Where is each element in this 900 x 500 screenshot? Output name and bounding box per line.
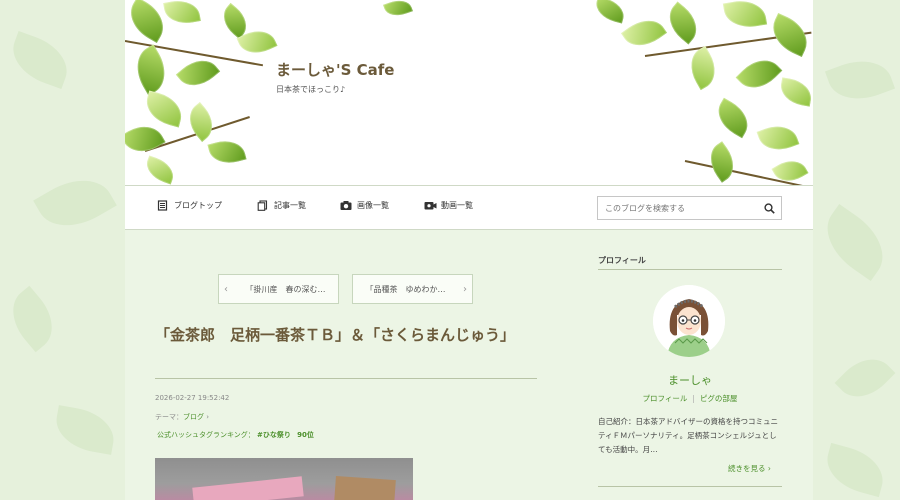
search-icon (763, 199, 775, 218)
hashtag-ranking[interactable]: 公式ハッシュタグランキング： #ひな祭り 90位 (157, 430, 314, 440)
article-photo[interactable] (155, 458, 413, 500)
theme-link[interactable]: ブログ (183, 413, 204, 421)
chevron-right-icon: › (204, 413, 210, 421)
blog-subtitle: 日本茶でほっこり♪ (276, 85, 346, 94)
theme-label: テーマ： (155, 413, 183, 421)
profile-bio: 自己紹介：日本茶アドバイザーの資格を持つコミュニティＦＭパーソナリティ。足柄茶コ… (598, 417, 778, 454)
prev-article-link[interactable]: ‹ 「掛川産 春の深む… (218, 274, 339, 304)
pigg-room-link[interactable]: ピグの部屋 (700, 394, 738, 403)
book-icon (157, 200, 168, 211)
hashtag-label: 公式ハッシュタグランキング： (157, 431, 255, 439)
sidebar-divider-bottom (598, 486, 782, 487)
sidebar-divider (598, 269, 782, 270)
read-more-label: 続きを見る (728, 464, 766, 473)
chevron-right-icon: › (767, 464, 771, 473)
pages-icon (257, 200, 268, 211)
article-theme: テーマ：ブログ › (155, 412, 209, 422)
camera-icon (340, 200, 352, 211)
nav-blog-top-label: ブログトップ (174, 201, 222, 210)
next-article-link[interactable]: 「品種茶 ゆめわか… › (352, 274, 473, 304)
hashtag-rank: 90位 (297, 431, 314, 439)
profile-links: プロフィール | ピグの部屋 (642, 394, 738, 403)
profile-name[interactable]: まーしゃ (598, 372, 782, 388)
nav-video-list-label: 動画一覧 (441, 201, 473, 210)
prev-article-title: 「掛川産 春の深む… (245, 284, 326, 294)
blog-search-box (597, 196, 782, 220)
read-more-link[interactable]: 続きを見る › (728, 463, 771, 474)
blog-nav-bar: ブログトップ 記事一覧 画像一覧 動画一覧 (125, 185, 813, 230)
nav-video-list[interactable]: 動画一覧 (424, 200, 473, 211)
chevron-left-icon: ‹ (224, 283, 228, 295)
blog-header: まーしゃ'S Cafe 日本茶でほっこり♪ (125, 0, 813, 185)
sidebar-profile-heading: プロフィール (598, 256, 646, 265)
blog-search-input[interactable] (598, 197, 757, 219)
blog-page: まーしゃ'S Cafe 日本茶でほっこり♪ ブログトップ 記事一覧 画像一覧 動… (125, 0, 813, 500)
nav-image-list[interactable]: 画像一覧 (340, 200, 389, 211)
video-icon (424, 200, 437, 211)
hashtag-tag: #ひな祭り (257, 431, 291, 439)
nav-image-list-label: 画像一覧 (357, 201, 389, 210)
next-article-title: 「品種茶 ゆめわか… (365, 284, 446, 294)
profile-link[interactable]: プロフィール (643, 394, 688, 403)
nav-article-list[interactable]: 記事一覧 (257, 200, 306, 211)
nav-blog-top[interactable]: ブログトップ (157, 200, 222, 211)
article-date: 2026-02-27 19:52:42 (155, 394, 230, 402)
blog-title[interactable]: まーしゃ'S Cafe (276, 59, 394, 80)
article-title[interactable]: 「金茶郎 足柄一番茶ＴＢ」＆「さくらまんじゅう」 (155, 324, 537, 346)
chevron-right-icon: › (463, 283, 467, 295)
avatar[interactable] (653, 285, 725, 357)
nav-article-list-label: 記事一覧 (274, 201, 306, 210)
search-button[interactable] (757, 197, 781, 219)
title-divider (155, 378, 537, 379)
